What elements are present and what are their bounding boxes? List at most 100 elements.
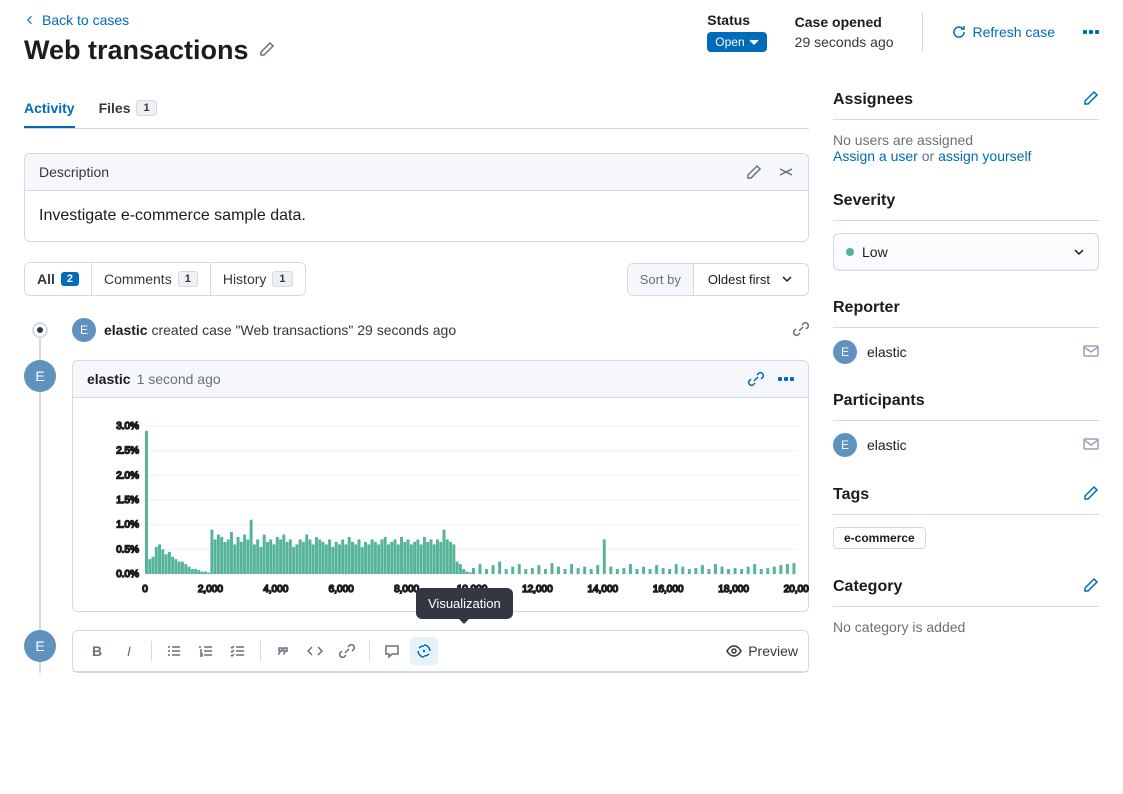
visualization-button[interactable]	[410, 637, 438, 665]
assignees-title: Assignees	[833, 91, 913, 109]
status-badge[interactable]: Open	[707, 32, 766, 52]
comment-editor: B I	[72, 630, 809, 673]
category-section: Category No category is added	[833, 577, 1099, 635]
mail-icon	[1083, 343, 1099, 359]
status-label: Status	[707, 12, 766, 28]
visualization-icon	[416, 643, 432, 659]
pencil-icon	[1083, 577, 1099, 593]
editor-toolbar: B I	[73, 631, 808, 672]
tag-pill[interactable]: e-commerce	[833, 527, 926, 549]
bar-chart: 0.0%0.5%1.0%1.5%2.0%2.5%3.0%02,0004,0006…	[89, 418, 809, 598]
reporter-section: Reporter E elastic	[833, 299, 1099, 364]
tags-edit-button[interactable]	[1083, 485, 1099, 504]
case-title: Web transactions	[24, 35, 249, 66]
chevron-left-icon	[24, 14, 36, 26]
tab-files[interactable]: Files 1	[99, 90, 157, 128]
refresh-icon	[951, 24, 967, 40]
sort-group: Sort by Oldest first	[627, 263, 809, 296]
chevron-down-icon	[749, 37, 759, 47]
preview-button[interactable]: Preview	[726, 643, 798, 659]
case-more-button[interactable]	[1083, 30, 1099, 34]
participant-mail-button[interactable]	[1083, 436, 1099, 455]
edit-title-button[interactable]	[259, 41, 275, 60]
pencil-icon	[1083, 90, 1099, 106]
svg-text:14,000: 14,000	[588, 584, 619, 595]
category-edit-button[interactable]	[1083, 577, 1099, 596]
case-tabs: Activity Files 1	[24, 90, 809, 129]
link-icon	[339, 643, 355, 659]
sort-select[interactable]: Oldest first	[694, 264, 808, 295]
opened-block: Case opened 29 seconds ago	[795, 14, 894, 50]
svg-text:0.0%: 0.0%	[116, 569, 139, 580]
created-event-text: elastic created case "Web transactions" …	[104, 322, 456, 338]
reporter-title: Reporter	[833, 299, 900, 317]
assignees-section: Assignees No users are assigned Assign a…	[833, 90, 1099, 164]
refresh-case-button[interactable]: Refresh case	[951, 24, 1055, 40]
link-button[interactable]	[333, 637, 361, 665]
opened-value: 29 seconds ago	[795, 34, 894, 50]
filter-all[interactable]: All 2	[25, 263, 91, 295]
comment-time: 1 second ago	[137, 371, 221, 387]
assignees-edit-button[interactable]	[1083, 90, 1099, 109]
bold-button[interactable]: B	[83, 637, 111, 665]
description-text: Investigate e-commerce sample data.	[25, 191, 808, 241]
avatar: E	[72, 318, 96, 342]
quote-button[interactable]	[269, 637, 297, 665]
svg-text:20,000: 20,000	[784, 584, 809, 595]
timeline-dot-icon	[32, 322, 48, 338]
back-to-cases-link[interactable]: Back to cases	[24, 12, 129, 28]
category-title: Category	[833, 578, 902, 596]
reporter-mail-button[interactable]	[1083, 343, 1099, 362]
filter-all-count: 2	[61, 272, 79, 286]
tab-activity[interactable]: Activity	[24, 90, 75, 128]
mail-icon	[1083, 436, 1099, 452]
svg-text:2,000: 2,000	[198, 584, 223, 595]
ul-button[interactable]	[160, 637, 188, 665]
chevron-down-icon	[1072, 245, 1086, 259]
severity-select[interactable]: Low	[833, 233, 1099, 271]
sort-by-label: Sort by	[628, 264, 694, 295]
svg-text:1.5%: 1.5%	[116, 495, 139, 506]
page-header: Back to cases Web transactions Status Op…	[0, 0, 1123, 90]
copy-link-button[interactable]	[793, 321, 809, 340]
timeline-created-event: E elastic created case "Web transactions…	[24, 318, 809, 342]
status-block: Status Open	[707, 12, 766, 52]
tags-section: Tags e-commerce	[833, 485, 1099, 549]
toolbar-separator	[260, 641, 261, 661]
avatar: E	[24, 360, 56, 392]
chart-visualization: 0.0%0.5%1.0%1.5%2.0%2.5%3.0%02,0004,0006…	[89, 418, 792, 601]
filter-history-count: 1	[272, 271, 292, 287]
activity-filter-row: All 2 Comments 1 History 1 Sort by Oldes…	[24, 262, 809, 296]
pencil-icon[interactable]	[746, 164, 762, 180]
code-button[interactable]	[301, 637, 329, 665]
ol-button[interactable]	[192, 637, 220, 665]
comment-more-button[interactable]	[778, 377, 794, 381]
comment-button[interactable]	[378, 637, 406, 665]
svg-text:12,000: 12,000	[522, 584, 553, 595]
filter-history[interactable]: History 1	[210, 263, 305, 295]
chevron-down-icon	[780, 272, 794, 286]
avatar: E	[833, 340, 857, 364]
timeline-comment: E elastic 1 second ago 0.0%0.5%1.0%1.5%2…	[24, 360, 809, 612]
filter-comments[interactable]: Comments 1	[91, 263, 210, 295]
assign-yourself-link[interactable]: assign yourself	[938, 148, 1031, 164]
main-column: Activity Files 1 Description Investigate…	[24, 90, 809, 691]
back-label: Back to cases	[42, 12, 129, 28]
svg-text:16,000: 16,000	[653, 584, 684, 595]
svg-text:2.5%: 2.5%	[116, 446, 139, 457]
activity-filter-tabs: All 2 Comments 1 History 1	[24, 262, 306, 296]
assign-user-link[interactable]: Assign a user	[833, 148, 918, 164]
checklist-button[interactable]	[224, 637, 252, 665]
quote-icon	[275, 643, 291, 659]
visualization-tooltip: Visualization	[416, 588, 513, 619]
svg-text:3.0%: 3.0%	[116, 421, 139, 432]
italic-button[interactable]: I	[115, 637, 143, 665]
toolbar-separator	[151, 641, 152, 661]
link-icon[interactable]	[748, 371, 764, 387]
sidebar: Assignees No users are assigned Assign a…	[833, 90, 1099, 691]
severity-section: Severity Low	[833, 192, 1099, 271]
svg-text:1.0%: 1.0%	[116, 520, 139, 531]
participants-title: Participants	[833, 392, 925, 410]
collapse-icon[interactable]	[778, 164, 794, 180]
filter-comments-count: 1	[178, 271, 198, 287]
